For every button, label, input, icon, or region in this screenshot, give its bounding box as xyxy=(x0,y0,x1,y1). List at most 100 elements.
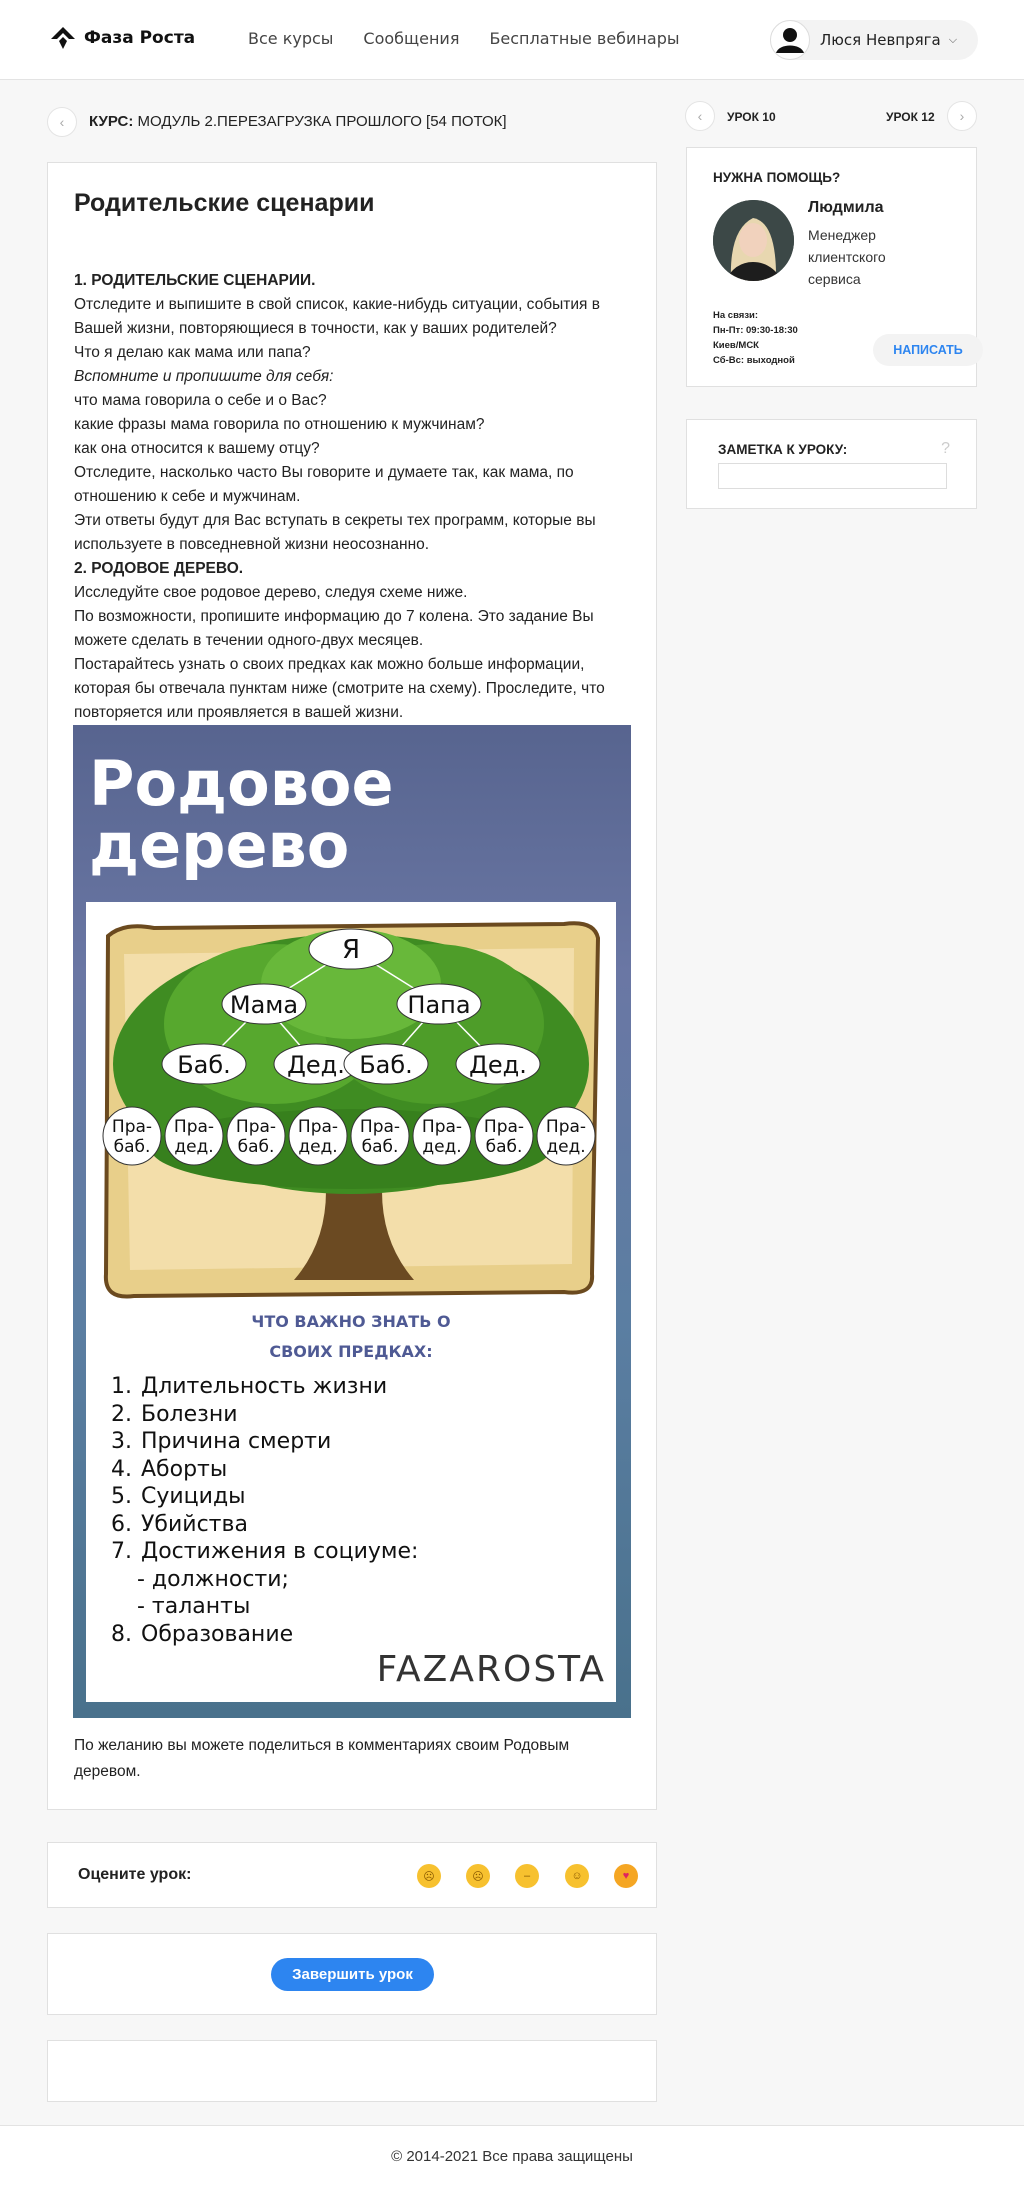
list-subitem: - таланты xyxy=(137,1594,251,1619)
sad-emoji-icon[interactable]: ☹ xyxy=(466,1864,490,1888)
list-item-text: Болезни xyxy=(141,1401,238,1427)
lesson-navigation: ‹ УРОК 10 УРОК 12 › xyxy=(685,101,977,133)
next-lesson-button[interactable]: › xyxy=(947,101,977,131)
smile-emoji-icon[interactable]: ☺ xyxy=(565,1864,589,1888)
lesson-paragraph: Эти ответы будут для Вас вступать в секр… xyxy=(74,512,596,553)
tree-great-label: баб. xyxy=(114,1137,151,1157)
note-title: ЗАМЕТКА К УРОКУ: xyxy=(718,442,848,457)
lesson-paragraph: Отследите и выпишите в свой список, каки… xyxy=(74,296,600,337)
list-item-number: 6. xyxy=(111,1511,132,1537)
lesson-paragraph: Вспомните и пропишите для себя: xyxy=(74,368,334,385)
chevron-right-icon: › xyxy=(959,108,965,124)
lesson-title: Родительские сценарии xyxy=(74,189,375,217)
poster-brand-logo: FAZAROSTA xyxy=(376,1649,606,1690)
tree-me-label: Я xyxy=(342,935,360,965)
contact-line: Сб-Вс: выходной xyxy=(713,355,795,366)
manager-name: Людмила xyxy=(808,199,884,216)
note-input[interactable] xyxy=(718,463,947,489)
tree-great-label: Пра- xyxy=(422,1117,462,1137)
list-item-number: 2. xyxy=(111,1401,132,1427)
list-item-text: Причина смерти xyxy=(141,1429,332,1454)
chevron-down-icon: ⌵ xyxy=(948,33,958,46)
list-item-text: Достижения в социуме: xyxy=(141,1539,419,1564)
main-nav: Все курсы Сообщения Бесплатные вебинары xyxy=(248,29,709,48)
lesson-paragraph: 2. РОДОВОЕ ДЕРЕВО. xyxy=(74,560,244,577)
family-tree-poster: Родовое дерево Я Мама Папа Баб. Дед. Баб… xyxy=(73,725,631,1718)
prev-lesson-button[interactable]: ‹ xyxy=(685,101,715,131)
breadcrumb-label: КУРС: xyxy=(89,113,134,130)
poster-subtitle-line: СВОИХ ПРЕДКАХ: xyxy=(269,1342,433,1361)
lesson-card: Родительские сценарии 1. РОДИТЕЛЬСКИЕ СЦ… xyxy=(47,162,657,1810)
top-header: Фаза Роста Все курсы Сообщения Бесплатны… xyxy=(0,0,1024,80)
tree-parent-label: Мама xyxy=(230,991,298,1019)
list-item: 7. Достижения в социуме: xyxy=(111,1538,418,1566)
manager-photo xyxy=(713,200,794,281)
chevron-left-icon: ‹ xyxy=(697,108,703,124)
finish-lesson-button[interactable]: Завершить урок xyxy=(271,1958,434,1991)
list-item-number: 8. xyxy=(111,1621,132,1647)
help-question-icon[interactable]: ? xyxy=(941,440,950,458)
tree-grandparent-label: Баб. xyxy=(359,1051,413,1079)
list-item-text: Суициды xyxy=(141,1484,246,1509)
lesson-paragraph: По возможности, пропишите информацию до … xyxy=(74,608,594,649)
list-item-text: Образование xyxy=(141,1621,294,1647)
user-icon xyxy=(772,22,808,58)
nav-free-webinars[interactable]: Бесплатные вебинары xyxy=(489,29,679,48)
copyright: © 2014-2021 Все права защищены xyxy=(391,2148,633,2165)
lesson-paragraph: как она относится к вашему отцу? xyxy=(74,440,320,457)
poster-panel: Я Мама Папа Баб. Дед. Баб. Дед. Пра- баб… xyxy=(86,902,616,1702)
tree-great-label: дед. xyxy=(174,1137,213,1157)
list-item-number: 5. xyxy=(111,1484,132,1509)
logo[interactable]: Фаза Роста xyxy=(50,26,195,50)
tree-great-label: баб. xyxy=(486,1137,523,1157)
rating-card: Оцените урок: ☹ ☹ ‒ ☺ ♥ xyxy=(47,1842,657,1908)
tree-grandparent-label: Дед. xyxy=(469,1051,527,1079)
rating-label: Оцените урок: xyxy=(78,1866,192,1883)
back-button[interactable]: ‹ xyxy=(47,107,77,137)
lesson-paragraph: Что я делаю как мама или папа? xyxy=(74,344,311,361)
tree-great-label: Пра- xyxy=(484,1117,524,1137)
poster-title-line: Родовое xyxy=(89,747,394,820)
poster-subtitle-line: ЧТО ВАЖНО ЗНАТЬ О xyxy=(251,1312,451,1331)
contact-line: Киев/МСК xyxy=(713,340,759,351)
tree-illustration: Я Мама Папа Баб. Дед. Баб. Дед. Пра- баб… xyxy=(102,921,601,1299)
angry-emoji-icon[interactable]: ☹ xyxy=(417,1864,441,1888)
meh-emoji-icon[interactable]: ‒ xyxy=(515,1864,539,1888)
lesson-paragraph: что мама говорила о себе и о Вас? xyxy=(74,392,327,409)
user-name: Люся Невпряга xyxy=(820,31,941,49)
contact-hours: На связи: Пн-Пт: 09:30-18:30 Киев/МСК Сб… xyxy=(713,308,798,368)
help-title: НУЖНА ПОМОЩЬ? xyxy=(713,170,841,185)
comments-card xyxy=(47,2040,657,2102)
tree-great-label: дед. xyxy=(546,1137,585,1157)
list-item-number: 7. xyxy=(111,1539,132,1564)
lesson-text: 1. РОДИТЕЛЬСКИЕ СЦЕНАРИИ. Отследите и вы… xyxy=(74,269,634,725)
love-emoji-icon[interactable]: ♥ xyxy=(614,1864,638,1888)
write-button[interactable]: НАПИСАТЬ xyxy=(873,334,983,366)
tree-great-label: Пра- xyxy=(236,1117,276,1137)
lesson-paragraph: Постарайтесь узнать о своих предках как … xyxy=(74,656,605,721)
tree-parent-label: Папа xyxy=(407,991,470,1019)
poster-list: 1. Длительность жизни 2. Болезни 3. Причина… xyxy=(111,1373,418,1648)
list-item: 5. Суициды xyxy=(111,1483,418,1511)
lesson-paragraph: Исследуйте свое родовое дерево, следуя с… xyxy=(74,584,468,601)
list-item-number: 4. xyxy=(111,1456,132,1482)
lesson-paragraph: 1. РОДИТЕЛЬСКИЕ СЦЕНАРИИ. xyxy=(74,272,316,289)
nav-messages[interactable]: Сообщения xyxy=(363,29,459,48)
help-card: НУЖНА ПОМОЩЬ? Людмила Менеджер клиентско… xyxy=(686,147,983,387)
tree-great-label: дед. xyxy=(298,1137,337,1157)
tree-great-label: Пра- xyxy=(112,1117,152,1137)
tree-great-label: Пра- xyxy=(174,1117,214,1137)
lesson-outro: По желанию вы можете поделиться в коммен… xyxy=(74,1737,570,1780)
next-lesson-label[interactable]: УРОК 12 xyxy=(886,110,935,124)
tree-great-label: дед. xyxy=(422,1137,461,1157)
tree-grandparent-label: Дед. xyxy=(287,1051,345,1079)
tree-great-label: Пра- xyxy=(546,1117,586,1137)
nav-all-courses[interactable]: Все курсы xyxy=(248,29,333,48)
list-item-text: Аборты xyxy=(141,1456,228,1482)
user-menu[interactable]: Люся Невпряга ⌵ xyxy=(770,20,978,60)
prev-lesson-label[interactable]: УРОК 10 xyxy=(727,110,776,124)
tree-grandparent-label: Баб. xyxy=(177,1051,231,1079)
avatar xyxy=(770,20,810,60)
tree-great-label: баб. xyxy=(362,1137,399,1157)
breadcrumb-course: МОДУЛЬ 2.ПЕРЕЗАГРУЗКА ПРОШЛОГО [54 ПОТОК… xyxy=(137,113,507,130)
